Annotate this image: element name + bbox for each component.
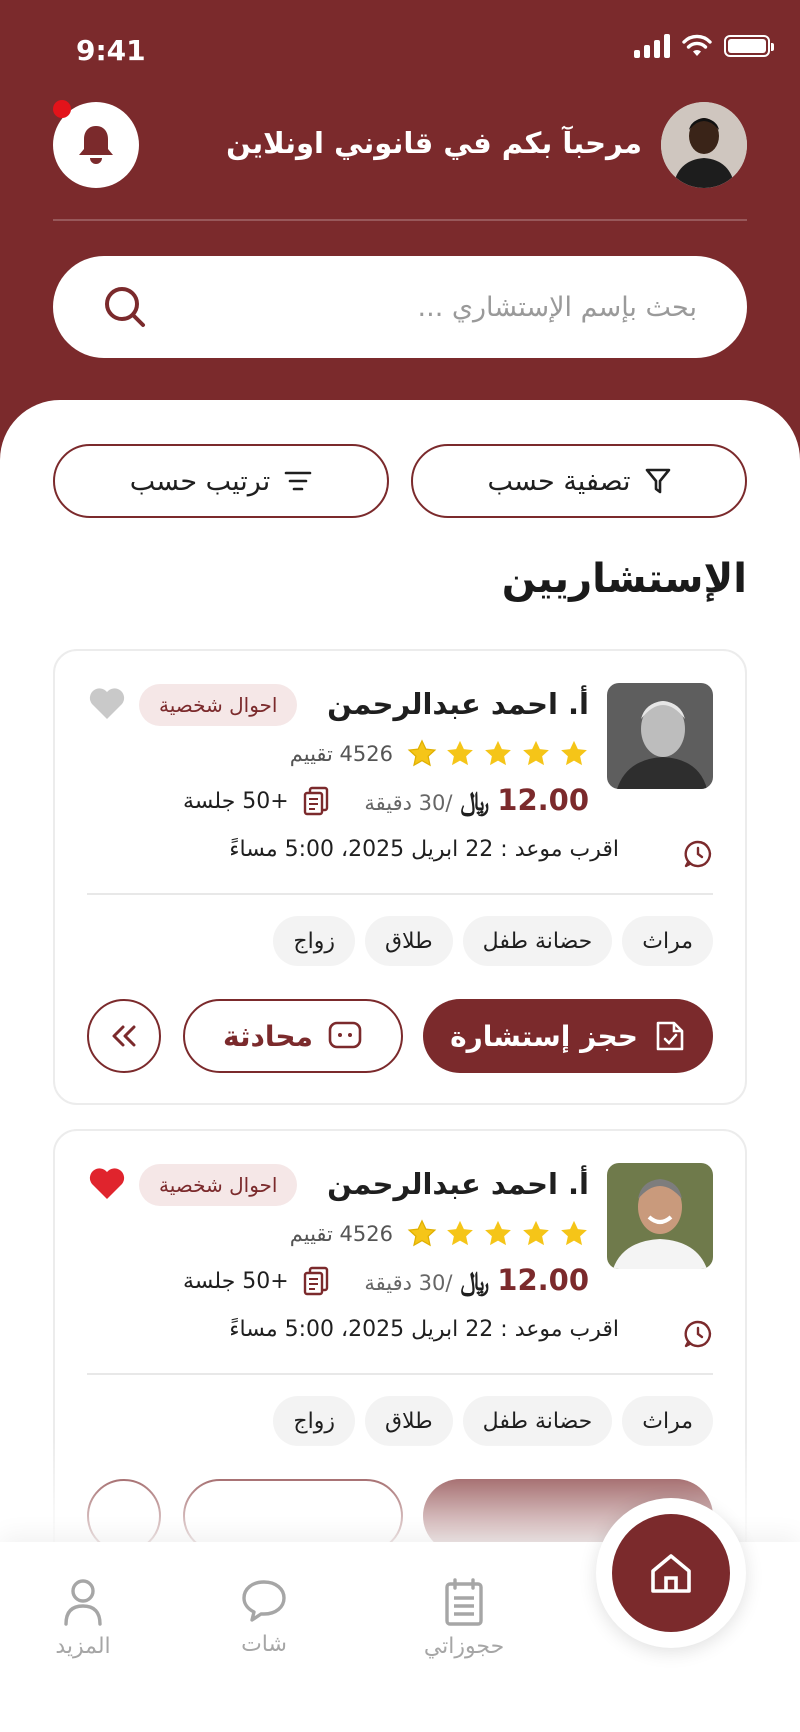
notification-dot xyxy=(53,100,71,118)
search-icon[interactable] xyxy=(103,285,147,329)
star-icon xyxy=(447,1220,473,1246)
tab-chat-label: شات xyxy=(241,1632,287,1657)
chat-label: محادثة xyxy=(223,1019,313,1053)
star-icon xyxy=(447,740,473,766)
filter-icon xyxy=(645,468,670,494)
tag-chip[interactable]: مراث xyxy=(622,916,713,966)
consultant-photo xyxy=(607,1163,713,1269)
tags-row: مراث حضانة طفل طلاق زواج xyxy=(273,1396,713,1446)
chat-bubble-icon xyxy=(328,1021,362,1049)
next-appointment: اقرب موعد : 22 ابريل 2025، 5:00 مساءً xyxy=(229,837,619,862)
tab-more-label: المزيد xyxy=(55,1634,111,1659)
tag-chip[interactable]: زواج xyxy=(273,916,355,966)
star-icon xyxy=(523,1220,549,1246)
sort-button[interactable]: ترتيب حسب xyxy=(53,444,389,518)
rating-count: 4526 تقييم xyxy=(289,1222,393,1246)
chat-button[interactable]: محادثة xyxy=(183,999,403,1073)
consultant-name: أ. احمد عبدالرحمن xyxy=(327,687,589,721)
sessions-count: +50 جلسة xyxy=(183,788,289,814)
price-unit: /30 دقيقة xyxy=(364,791,453,815)
welcome-text: مرحبآ بكم في قانوني اونلاين xyxy=(226,126,642,160)
signal-icon xyxy=(634,34,670,58)
tab-bookings-label: حجوزاتي xyxy=(423,1634,505,1659)
user-icon xyxy=(64,1579,102,1626)
filter-label: تصفية حسب xyxy=(487,465,631,497)
double-chevron-left-icon xyxy=(112,1025,136,1047)
rating-row: 4526 تقييم xyxy=(290,1219,589,1249)
whatsapp-clock-icon xyxy=(684,840,712,868)
specialty-badge: احوال شخصية xyxy=(139,684,298,726)
whatsapp-clock-icon xyxy=(684,1320,712,1348)
tags-row: مراث حضانة طفل طلاق زواج xyxy=(273,916,713,966)
tag-chip[interactable]: حضانة طفل xyxy=(462,916,613,966)
favorite-heart-icon[interactable] xyxy=(88,1167,126,1201)
consultant-photo xyxy=(607,683,713,789)
star-half-icon xyxy=(407,1219,437,1247)
status-time: 9:41 xyxy=(76,34,146,67)
price-row: 12.00 ﷼ /30 دقيقة xyxy=(364,783,589,818)
consultant-name: أ. احمد عبدالرحمن xyxy=(327,1167,589,1201)
price-row: 12.00 ﷼ /30 دقيقة xyxy=(364,1263,589,1298)
book-consultation-button[interactable]: حجز إستشارة xyxy=(423,999,713,1073)
riyal-icon: ﷼ xyxy=(460,787,490,817)
more-options-button[interactable] xyxy=(87,999,161,1073)
battery-icon xyxy=(724,35,774,57)
consultant-card[interactable]: أ. احمد عبدالرحمن احوال شخصية 4526 تقييم… xyxy=(53,649,747,1105)
tag-chip[interactable]: زواج xyxy=(273,1396,355,1446)
documents-icon xyxy=(303,1266,328,1296)
user-avatar[interactable] xyxy=(661,102,747,188)
search-bar[interactable] xyxy=(53,256,747,358)
section-title: الإستشاريين xyxy=(501,556,747,602)
calendar-check-icon xyxy=(656,1021,684,1051)
search-input[interactable] xyxy=(147,291,697,323)
tab-more[interactable]: المزيد xyxy=(23,1578,143,1659)
next-appointment: اقرب موعد : 22 ابريل 2025، 5:00 مساءً xyxy=(229,1317,619,1342)
price-unit: /30 دقيقة xyxy=(364,1271,453,1295)
chat-icon xyxy=(242,1580,286,1622)
documents-icon xyxy=(303,786,328,816)
riyal-icon: ﷼ xyxy=(460,1267,490,1297)
star-icon xyxy=(485,1220,511,1246)
filter-button[interactable]: تصفية حسب xyxy=(411,444,747,518)
sessions-row: +50 جلسة xyxy=(183,786,329,816)
tab-bookings[interactable]: حجوزاتي xyxy=(404,1578,524,1659)
star-icon xyxy=(485,740,511,766)
price-value: 12.00 xyxy=(497,783,589,817)
price-value: 12.00 xyxy=(497,1263,589,1297)
notifications-button[interactable] xyxy=(53,100,139,188)
tag-chip[interactable]: مراث xyxy=(622,1396,713,1446)
star-half-icon xyxy=(407,739,437,767)
sessions-row: +50 جلسة xyxy=(183,1266,329,1296)
home-icon xyxy=(651,1554,691,1593)
sort-label: ترتيب حسب xyxy=(129,465,271,497)
card-divider xyxy=(87,893,713,895)
rating-row: 4526 تقييم xyxy=(290,739,589,769)
sort-icon xyxy=(284,471,312,491)
tab-chat[interactable]: شات xyxy=(204,1578,324,1657)
star-icon xyxy=(561,740,587,766)
favorite-heart-icon[interactable] xyxy=(88,687,126,721)
star-icon xyxy=(561,1220,587,1246)
header-divider xyxy=(53,219,747,221)
specialty-badge: احوال شخصية xyxy=(139,1164,298,1206)
card-divider xyxy=(87,1373,713,1375)
star-icon xyxy=(523,740,549,766)
clipboard-list-icon xyxy=(445,1578,483,1626)
wifi-icon xyxy=(682,34,712,56)
home-button[interactable] xyxy=(612,1514,730,1632)
bell-icon xyxy=(79,126,113,164)
tag-chip[interactable]: حضانة طفل xyxy=(462,1396,613,1446)
tag-chip[interactable]: طلاق xyxy=(364,1396,453,1446)
tag-chip[interactable]: طلاق xyxy=(364,916,453,966)
status-icons xyxy=(634,34,774,58)
rating-count: 4526 تقييم xyxy=(289,742,393,766)
sessions-count: +50 جلسة xyxy=(183,1268,289,1294)
book-label: حجز إستشارة xyxy=(450,1019,638,1053)
